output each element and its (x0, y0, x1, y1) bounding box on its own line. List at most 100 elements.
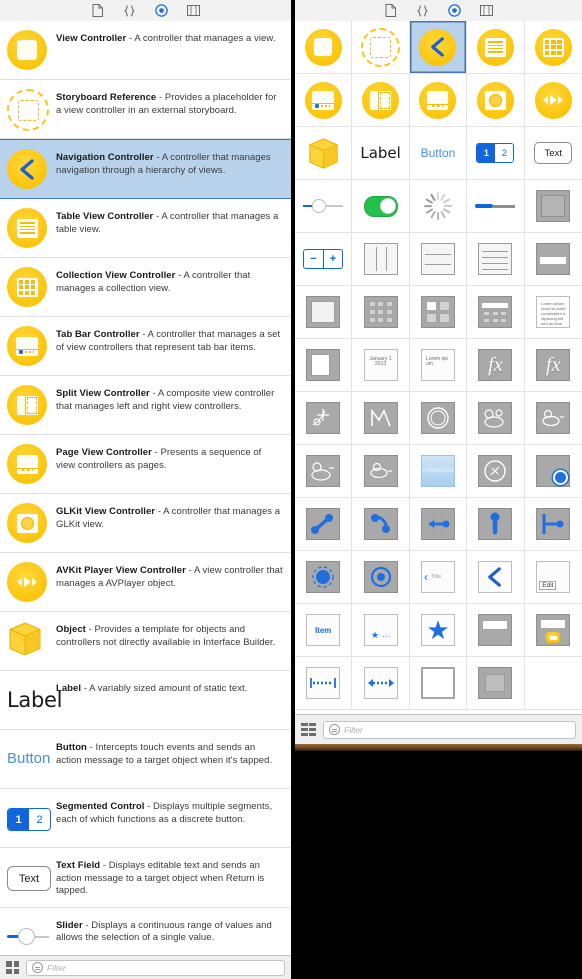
visual-effect-view-vibrancy-tile[interactable]: fx (524, 339, 582, 391)
table-view-tile[interactable] (467, 233, 525, 285)
tab-bar-controller-tile[interactable] (295, 74, 353, 126)
flexible-space-tile[interactable] (352, 657, 410, 709)
ui-web-view-tile[interactable]: UIWebView (409, 445, 468, 497)
view-tile[interactable] (295, 498, 353, 550)
collection-view-controller-tile[interactable] (524, 21, 582, 73)
segmented-control-tile[interactable]: 12 (467, 127, 525, 179)
tab-bar-tile[interactable]: ★ ⋯ (352, 604, 410, 656)
grid-row: Item ★ ⋯ ★ (295, 604, 582, 657)
bar-button-item-tile[interactable]: Edit (524, 551, 582, 603)
search-bar-scope-tile[interactable] (524, 604, 582, 656)
visual-effect-view-tile[interactable]: fx (467, 339, 525, 391)
list-item[interactable]: Object - Provides a template for objects… (0, 612, 291, 671)
ar-kit-view-tile[interactable] (352, 445, 410, 497)
list-item[interactable]: Slider - Displays a continuous range of … (0, 907, 291, 955)
collection-reusable-view-tile[interactable] (467, 286, 525, 338)
table-view-cell-tile[interactable] (524, 233, 582, 285)
collection-view-cell-tile[interactable] (409, 286, 468, 338)
text-field-tile[interactable]: Text (524, 127, 582, 179)
object-library-grid[interactable]: Label Button 12 Text − + Lorem ipsum dol… (295, 21, 582, 714)
list-item-desc: - A controller that manages a view. (126, 33, 276, 44)
list-item[interactable]: Button Button - Intercepts touch events … (0, 730, 291, 789)
media-library-icon[interactable] (479, 4, 494, 17)
right-filter-bar: Filter (295, 714, 582, 744)
label-tile[interactable]: Label (352, 127, 410, 179)
quick-help-icon[interactable] (122, 4, 137, 17)
scroll-view-tile[interactable] (295, 339, 353, 391)
switch-tile[interactable] (352, 180, 410, 232)
avkit-player-view-controller-tile[interactable] (524, 74, 582, 126)
pinch-gesture-recognizer-tile[interactable] (467, 498, 525, 550)
list-item[interactable]: Tab Bar Controller - A controller that m… (0, 317, 291, 376)
list-item[interactable]: Table View Controller - A controller tha… (0, 199, 291, 258)
tab-bar-item-tile[interactable]: ★ (409, 604, 468, 656)
list-item[interactable]: AVKit Player View Controller - A view co… (0, 553, 291, 612)
container-view-tile[interactable] (352, 498, 410, 550)
wk-web-view-tile[interactable] (524, 445, 582, 497)
tap-gesture-recognizer-tile[interactable] (409, 498, 468, 550)
horizontal-spacer-tile[interactable] (295, 657, 353, 709)
navigation-controller-tile[interactable] (409, 21, 468, 73)
file-inspector-icon[interactable] (383, 4, 398, 17)
vertical-stack-view-tile[interactable] (409, 233, 468, 285)
list-item[interactable]: Text Text Field - Displays editable text… (0, 848, 291, 908)
ar-sprite-view-tile[interactable] (295, 445, 353, 497)
navigation-item-tile[interactable] (467, 551, 525, 603)
list-item[interactable]: Page View Controller - Presents a sequen… (0, 435, 291, 494)
view-plain-tile[interactable] (409, 657, 468, 709)
identity-inspector-icon[interactable] (447, 4, 462, 17)
media-library-icon[interactable] (186, 4, 201, 17)
filter-input[interactable]: Filter (323, 720, 576, 739)
image-view-tile[interactable] (295, 286, 353, 338)
quick-help-icon[interactable] (415, 4, 430, 17)
scene-kit-view-tile[interactable] (409, 392, 468, 444)
stepper-tile[interactable]: − + (295, 233, 353, 285)
filter-input[interactable]: Filter (26, 959, 285, 976)
glkit-view-controller-tile[interactable] (467, 74, 525, 126)
view-controller-tile[interactable] (295, 21, 353, 73)
ar-scene-view-tile[interactable] (524, 392, 582, 444)
rotation-gesture-recognizer-tile[interactable] (524, 498, 582, 550)
stepper-minus[interactable]: − (304, 250, 324, 268)
map-kit-view-tile[interactable] (467, 445, 525, 497)
object-tile[interactable] (295, 127, 353, 179)
pan-gesture-recognizer-tile[interactable] (295, 551, 353, 603)
grid-view-toggle[interactable] (6, 961, 19, 974)
list-item[interactable]: Split View Controller - A composite view… (0, 376, 291, 435)
slider-tile[interactable] (295, 180, 353, 232)
list-item[interactable]: View Controller - A controller that mana… (0, 21, 291, 80)
split-view-controller-tile[interactable] (352, 74, 410, 126)
search-bar-tile[interactable] (467, 604, 525, 656)
screen-edge-pan-gesture-tile[interactable] (352, 551, 410, 603)
gl-kit-view-tile[interactable] (295, 392, 353, 444)
list-item-selected[interactable]: Navigation Controller - A controller tha… (0, 139, 291, 199)
list-item[interactable]: Storyboard Reference - Provides a placeh… (0, 80, 291, 139)
button-tile[interactable]: Button (409, 127, 468, 179)
list-item-title: GLKit View Controller (56, 506, 156, 517)
collection-view-tile[interactable] (352, 286, 410, 338)
stepper-plus[interactable]: + (324, 250, 343, 268)
text-view-tile[interactable]: Lorem ipsum dolor sit amet consectetur a… (524, 286, 582, 338)
identity-inspector-icon[interactable] (154, 4, 169, 17)
sprite-kit-view-tile[interactable] (467, 392, 525, 444)
list-item[interactable]: 1 2 Segmented Control - Displays multipl… (0, 789, 291, 848)
date-picker-tile[interactable]: January 1 2013 (352, 339, 410, 391)
file-inspector-icon[interactable] (90, 4, 105, 17)
page-control-tile[interactable] (524, 180, 582, 232)
object-library-list[interactable]: View Controller - A controller that mana… (0, 21, 291, 955)
metal-kit-view-tile[interactable] (352, 392, 410, 444)
picker-view-tile[interactable]: Lorem ipsum (409, 339, 468, 391)
container-box-tile[interactable] (467, 657, 525, 709)
grid-view-toggle[interactable] (301, 723, 316, 736)
toolbar-tile[interactable]: Item (295, 604, 353, 656)
navigation-bar-tile[interactable]: ‹ Title (409, 551, 468, 603)
table-view-controller-tile[interactable] (467, 21, 525, 73)
page-view-controller-tile[interactable] (409, 74, 468, 126)
list-item[interactable]: Collection View Controller - A controlle… (0, 258, 291, 317)
progress-view-tile[interactable] (467, 180, 525, 232)
activity-indicator-tile[interactable] (409, 180, 468, 232)
list-item[interactable]: Label Label - A variably sized amount of… (0, 671, 291, 730)
list-item[interactable]: GLKit View Controller - A controller tha… (0, 494, 291, 553)
horizontal-stack-view-tile[interactable] (352, 233, 410, 285)
storyboard-reference-tile[interactable] (352, 21, 410, 73)
